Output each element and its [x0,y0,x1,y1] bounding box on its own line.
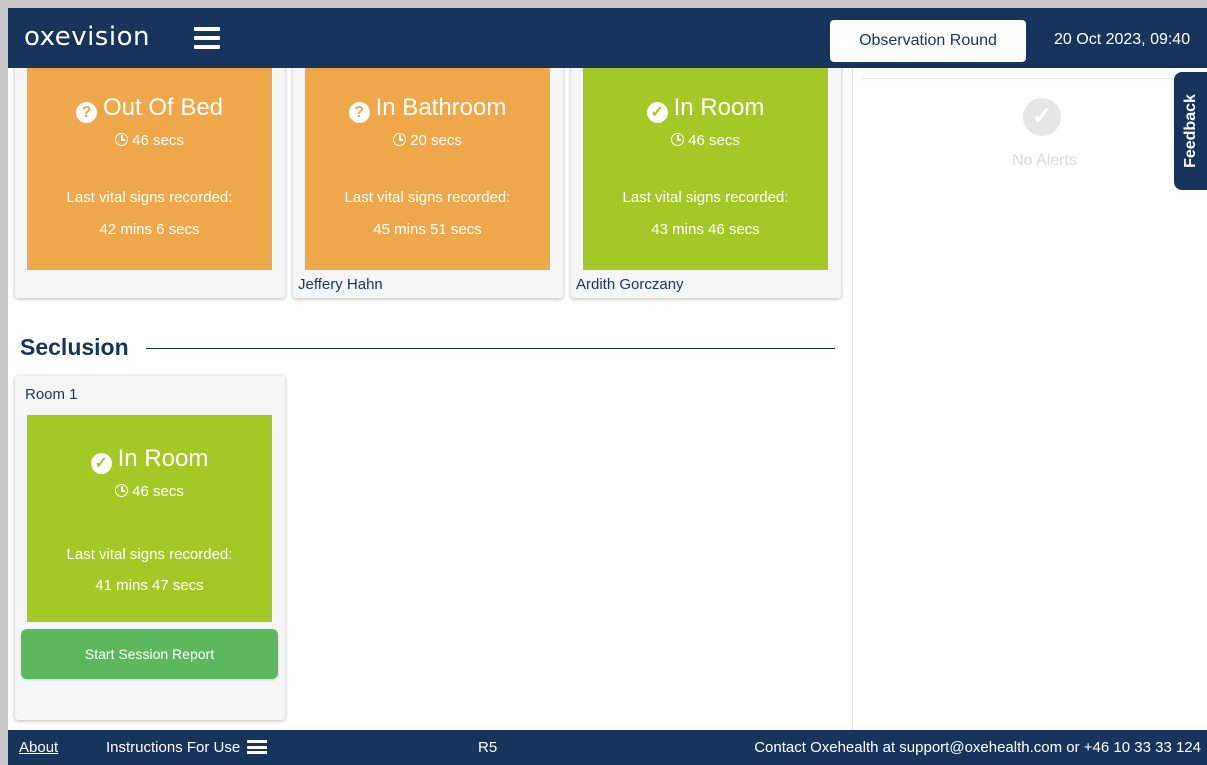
room-label: Room 1 [25,386,78,403]
contact-info: Contact Oxehealth at support@oxehealth.c… [754,739,1201,756]
check-circle-icon: ✓ [646,102,668,123]
section-divider [146,348,835,349]
vital-value: 42 mins 6 secs [99,221,200,238]
about-link[interactable]: About [19,739,58,756]
status-tile: ? Out Of Bed 46 secs Last vital signs rec… [27,68,272,270]
patient-name: Jeffery Hahn [298,276,383,293]
clock-icon [115,133,129,146]
instructions-for-use-link[interactable]: Instructions For Use [106,739,268,756]
no-alerts-text: No Alerts [1012,152,1077,169]
status-label: In Room [117,445,209,472]
room-card[interactable]: ? Out Of Bed 46 secs Last vital signs rec… [15,68,285,298]
feedback-label: Feedback [1182,94,1199,168]
oxevision-logo: oxevision [24,22,150,52]
instructions-label: Instructions For Use [106,739,241,756]
status-tile: ✓ In Room 46 secs Last vital signs record… [583,68,828,270]
status-duration: 46 secs [132,132,184,149]
start-session-report-button[interactable]: Start Session Report [21,629,278,679]
status-tile: ? In Bathroom 20 secs Last vital signs re… [305,68,550,270]
status-duration: 20 secs [410,132,462,149]
current-datetime: 20 Oct 2023, 09:40 [1054,31,1191,48]
section-title: Seclusion [20,334,129,360]
app-frame: oxevision Observation Round 20 Oct 2023,… [8,8,1207,765]
status-label: Out Of Bed [102,94,224,121]
room-card[interactable]: ? In Bathroom 20 secs Last vital signs re… [293,68,563,298]
clock-icon [393,133,407,146]
vital-label: Last vital signs recorded: [622,189,789,206]
vital-label: Last vital signs recorded: [66,189,233,206]
alerts-panel: ✓ No Alerts [852,68,1207,730]
room-card[interactable]: ✓ In Room 46 secs Last vital signs record… [571,68,841,298]
menu-icon [247,740,268,754]
vital-value: 43 mins 46 secs [651,221,760,238]
vital-value: 41 mins 47 secs [95,577,204,594]
clock-icon [115,484,129,497]
panel-divider [861,78,1207,79]
check-circle-icon: ✓ [1023,98,1061,136]
footer-bar: About Instructions For Use R5 Contact Ox… [8,730,1207,765]
patient-name: Ardith Gorczany [576,276,684,293]
vital-value: 45 mins 51 secs [373,221,482,238]
status-label: In Bathroom [375,94,507,121]
feedback-tab[interactable]: Feedback [1174,72,1207,190]
status-tile: ✓ In Room 46 secs Last vital signs record… [27,415,272,622]
rooms-panel: ? Out Of Bed 46 secs Last vital signs rec… [8,68,852,730]
status-duration: 46 secs [132,483,184,500]
observation-round-button[interactable]: Observation Round [830,20,1026,62]
top-bar: oxevision Observation Round 20 Oct 2023,… [8,8,1207,68]
question-circle-icon: ? [348,102,370,123]
question-circle-icon: ? [75,102,97,123]
status-label: In Room [673,94,765,121]
vital-label: Last vital signs recorded: [344,189,511,206]
hamburger-menu-icon[interactable] [194,27,220,49]
version-label: R5 [478,739,498,756]
check-circle-icon: ✓ [90,453,112,474]
status-duration: 46 secs [688,132,740,149]
vital-label: Last vital signs recorded: [66,546,233,563]
clock-icon [671,133,685,146]
